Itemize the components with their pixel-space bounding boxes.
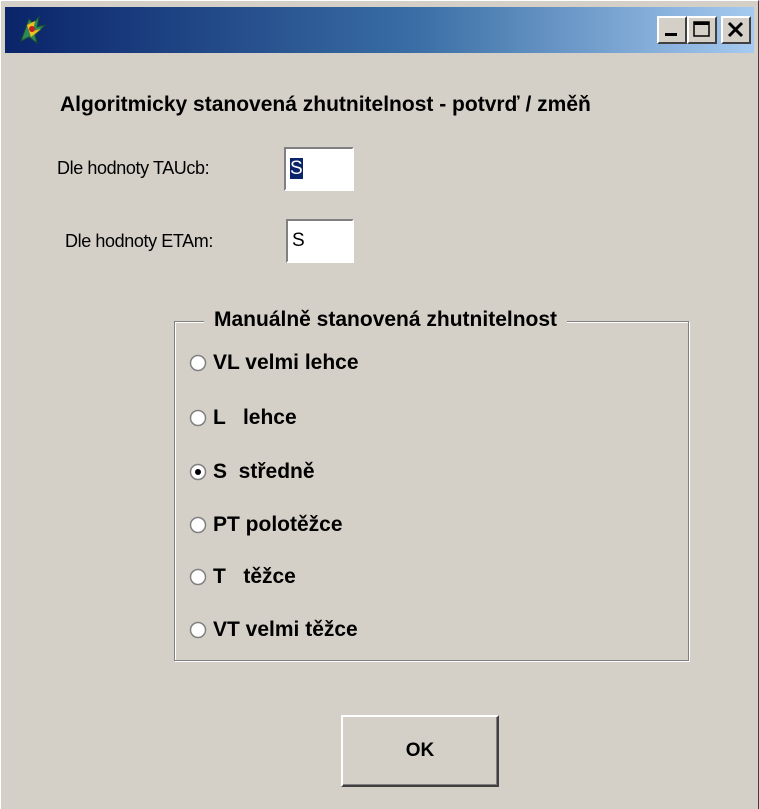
tau-label: Dle hodnoty TAUcb: <box>57 158 210 178</box>
dialog-window: Algoritmicky stanovená zhutnitelnost - p… <box>0 0 759 809</box>
radio-label-t: T těžce <box>213 565 296 588</box>
close-icon <box>727 21 744 38</box>
ok-button[interactable]: OK <box>341 715 499 787</box>
eta-label: Dle hodnoty ETAm: <box>65 231 213 251</box>
tau-field[interactable]: S <box>284 147 354 191</box>
radio-option-t[interactable]: T těžce <box>189 562 296 592</box>
radio-icon <box>189 463 207 481</box>
radio-option-vl[interactable]: VL velmi lehce <box>189 348 359 378</box>
radio-label-pt: PT polotěžce <box>213 513 343 536</box>
radio-icon <box>189 568 207 586</box>
radio-label-vl: VL velmi lehce <box>213 351 359 374</box>
minimize-button[interactable] <box>657 16 687 44</box>
radio-label-l: L lehce <box>213 406 297 429</box>
dialog-heading: Algoritmicky stanovená zhutnitelnost - p… <box>60 93 591 116</box>
maximize-icon <box>693 21 710 37</box>
radio-label-vt: VT velmi těžce <box>213 618 358 641</box>
radio-option-l[interactable]: L lehce <box>189 403 297 433</box>
maximize-button[interactable] <box>687 16 717 44</box>
tau-value: S <box>290 158 303 179</box>
title-bar[interactable] <box>5 7 754 53</box>
radio-option-pt[interactable]: PT polotěžce <box>189 510 343 540</box>
radio-icon <box>189 354 207 372</box>
radio-icon <box>189 621 207 639</box>
manual-group-title: Manuálně stanovená zhutnitelnost <box>204 308 568 332</box>
app-logo-icon <box>20 15 47 45</box>
radio-icon <box>189 516 207 534</box>
radio-icon <box>189 409 207 427</box>
radio-option-s[interactable]: S středně <box>189 457 315 487</box>
eta-value: S <box>292 230 305 251</box>
close-button[interactable] <box>721 16 751 44</box>
radio-option-vt[interactable]: VT velmi těžce <box>189 615 358 645</box>
minimize-icon <box>665 33 677 36</box>
radio-label-s: S středně <box>213 460 315 483</box>
eta-field[interactable]: S <box>286 219 354 263</box>
